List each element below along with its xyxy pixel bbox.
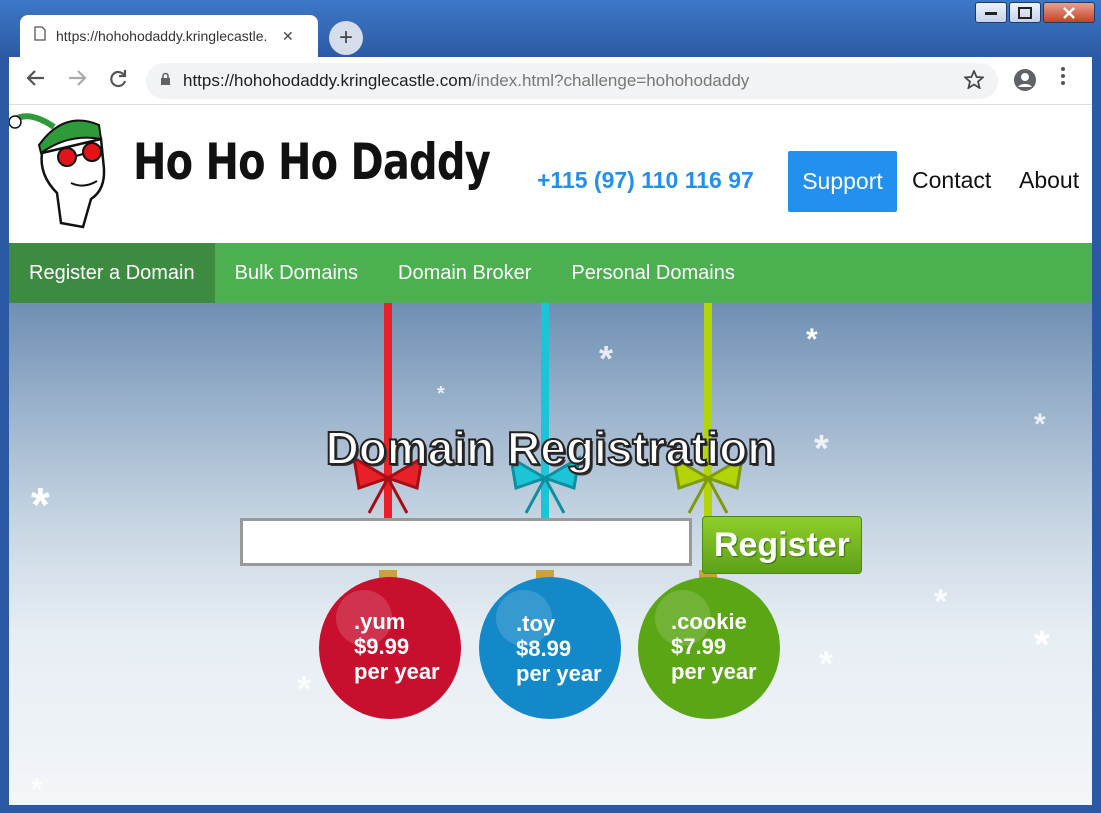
ornament-label-toy: .toy $8.99 per year xyxy=(516,611,602,686)
hero-title: Domain Registration xyxy=(325,421,777,475)
back-icon[interactable] xyxy=(26,69,46,93)
forward-icon[interactable] xyxy=(67,69,87,93)
period-label: per year xyxy=(516,661,602,686)
menu-icon[interactable] xyxy=(1061,67,1065,85)
nav-item-bulk-domains[interactable]: Bulk Domains xyxy=(215,243,378,303)
phone-number: +115 (97) 110 116 97 xyxy=(537,167,754,193)
browser-toolbar: https://hohohodaddy.kringlecastle.com/in… xyxy=(9,57,1092,105)
about-link[interactable]: About xyxy=(1019,167,1079,194)
nav-item-domain-broker[interactable]: Domain Broker xyxy=(378,243,551,303)
url-path: /index.html?challenge=hohohodaddy xyxy=(471,71,750,90)
ornament-label-cookie: .cookie $7.99 per year xyxy=(671,609,757,684)
tab-title: https://hohohodaddy.kringlecastle. xyxy=(56,28,268,44)
site-header: Ho Ho Ho Daddy +115 (97) 110 116 97 Supp… xyxy=(9,105,1092,243)
mascot-logo-icon[interactable] xyxy=(9,105,129,235)
nav-item-register-domain[interactable]: Register a Domain xyxy=(9,243,215,303)
maximize-icon[interactable] xyxy=(1009,2,1041,23)
browser-window: https://hohohodaddy.kringlecastle. ✕ + h… xyxy=(0,0,1101,813)
main-nav: Register a Domain Bulk Domains Domain Br… xyxy=(9,243,1092,303)
browser-tab[interactable]: https://hohohodaddy.kringlecastle. ✕ xyxy=(20,15,318,57)
window-controls xyxy=(975,2,1095,23)
web-page: Ho Ho Ho Daddy +115 (97) 110 116 97 Supp… xyxy=(9,105,1092,805)
period-label: per year xyxy=(671,659,757,684)
minimize-icon[interactable] xyxy=(975,2,1007,23)
domain-search-input[interactable] xyxy=(240,518,692,566)
snowflake-icon: * xyxy=(31,773,43,805)
price-label: $9.99 xyxy=(354,634,410,659)
url-host: https://hohohodaddy.kringlecastle.com xyxy=(183,71,472,90)
nav-item-personal-domains[interactable]: Personal Domains xyxy=(551,243,754,303)
contact-link[interactable]: Contact xyxy=(912,167,991,194)
period-label: per year xyxy=(354,659,440,684)
site-logo-text[interactable]: Ho Ho Ho Daddy xyxy=(133,133,491,191)
register-button[interactable]: Register xyxy=(702,516,862,574)
address-bar[interactable]: https://hohohodaddy.kringlecastle.com/in… xyxy=(146,63,998,99)
support-button[interactable]: Support xyxy=(788,151,897,212)
tld-label: .cookie xyxy=(671,609,747,634)
reload-icon[interactable] xyxy=(108,69,128,95)
tld-label: .yum xyxy=(354,609,406,634)
url-text: https://hohohodaddy.kringlecastle.com/in… xyxy=(183,71,749,91)
hero-banner: * * * * * * * * * * * Domain Registratio… xyxy=(9,303,1092,805)
close-icon[interactable] xyxy=(1043,2,1095,23)
new-tab-button[interactable]: + xyxy=(329,21,363,55)
page-icon xyxy=(34,26,46,46)
price-label: $7.99 xyxy=(671,634,727,659)
price-label: $8.99 xyxy=(516,636,572,661)
star-icon[interactable] xyxy=(962,68,986,95)
ornament-label-yum: .yum $9.99 per year xyxy=(354,609,440,684)
profile-icon[interactable] xyxy=(1014,69,1036,91)
tld-label: .toy xyxy=(516,611,556,636)
tab-close-icon[interactable]: ✕ xyxy=(282,28,294,45)
lock-icon xyxy=(160,72,171,91)
